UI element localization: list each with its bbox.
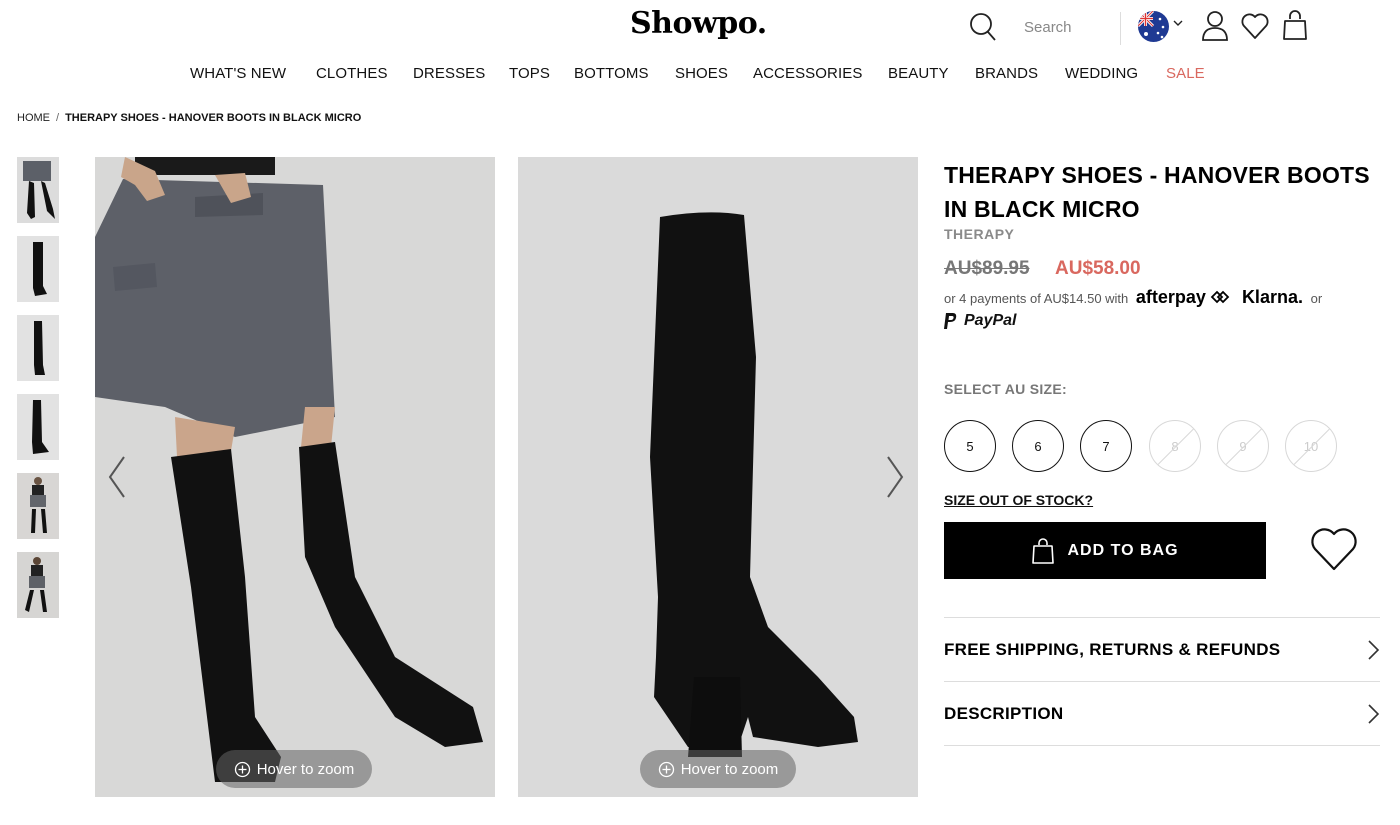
showpo-logo[interactable]: Showpo.	[630, 6, 767, 41]
chevron-down-icon[interactable]	[1172, 18, 1184, 28]
size-option-6[interactable]: 6	[1012, 420, 1064, 472]
size-option-7[interactable]: 7	[1080, 420, 1132, 472]
nav-dresses[interactable]: DRESSES	[413, 65, 485, 82]
main-nav: WHAT'S NEW CLOTHES DRESSES TOPS BOTTOMS …	[0, 65, 1400, 85]
search-input[interactable]: Search	[1024, 19, 1072, 36]
breadcrumb-current: THERAPY SHOES - HANOVER BOOTS IN BLACK M…	[65, 112, 362, 124]
add-to-bag-button[interactable]: ADD TO BAG	[944, 522, 1266, 579]
thumbnail-6[interactable]	[17, 552, 59, 618]
australia-flag-icon[interactable]	[1138, 11, 1169, 42]
chevron-right-icon[interactable]	[884, 455, 906, 499]
size-option-9[interactable]: 9	[1217, 420, 1269, 472]
or-text: or	[1310, 291, 1323, 306]
thumbnail-5[interactable]	[17, 473, 59, 539]
size-option-8[interactable]: 8	[1149, 420, 1201, 472]
zoom-label: Hover to zoom	[256, 760, 355, 778]
paypal-label: PayPal	[964, 312, 1017, 329]
nav-clothes[interactable]: CLOTHES	[316, 65, 388, 82]
size-option-5[interactable]: 5	[944, 420, 996, 472]
nav-tops[interactable]: TOPS	[509, 65, 550, 82]
accordion-divider	[944, 745, 1380, 746]
add-to-wishlist-heart-icon[interactable]	[1309, 525, 1359, 573]
thumbnail-2[interactable]	[17, 236, 59, 302]
search-icon	[970, 13, 996, 41]
chevron-left-icon[interactable]	[106, 455, 128, 499]
product-image-boot[interactable]	[518, 157, 918, 797]
sale-price: AU$58.00	[1055, 258, 1141, 279]
accordion-description[interactable]: DESCRIPTION	[944, 681, 1380, 745]
paypal-logo[interactable]: PayPal	[944, 312, 1016, 330]
accordion-shipping-label: FREE SHIPPING, RETURNS & REFUNDS	[944, 639, 1281, 659]
zoom-button-2[interactable]: Hover to zoom	[640, 750, 796, 788]
nav-bottoms[interactable]: BOTTOMS	[574, 65, 649, 82]
payments-text: or 4 payments of AU$14.50 with	[944, 291, 1129, 306]
zoom-plus-icon	[234, 761, 250, 777]
zoom-label: Hover to zoom	[680, 760, 779, 778]
paypal-icon	[944, 313, 957, 329]
nav-beauty[interactable]: BEAUTY	[888, 65, 949, 82]
size-label: SELECT AU SIZE:	[944, 381, 1067, 397]
nav-brands[interactable]: BRANDS	[975, 65, 1038, 82]
chevron-right-icon	[1368, 639, 1380, 660]
thumbnail-3[interactable]	[17, 315, 59, 381]
size-option-10[interactable]: 10	[1285, 420, 1337, 472]
original-price: AU$89.95	[944, 258, 1030, 279]
nav-sale[interactable]: SALE	[1166, 65, 1205, 82]
size-out-of-stock-link[interactable]: SIZE OUT OF STOCK?	[944, 492, 1093, 508]
bag-icon	[1032, 537, 1055, 564]
nav-wedding[interactable]: WEDDING	[1065, 65, 1138, 82]
breadcrumb: HOME / THERAPY SHOES - HANOVER BOOTS IN BL…	[17, 112, 361, 124]
accordion-description-label: DESCRIPTION	[944, 703, 1064, 723]
product-brand[interactable]: THERAPY	[944, 226, 1014, 242]
payment-options: or 4 payments of AU$14.50 with afterpay K…	[944, 287, 1322, 308]
breadcrumb-separator: /	[56, 112, 60, 124]
nav-shoes[interactable]: SHOES	[675, 65, 728, 82]
wishlist-icon[interactable]	[1240, 11, 1270, 41]
zoom-button-1[interactable]: Hover to zoom	[216, 750, 372, 788]
search-bar[interactable]: Search	[968, 10, 1072, 44]
nav-whats-new[interactable]: WHAT'S NEW	[190, 65, 286, 82]
thumbnail-4[interactable]	[17, 394, 59, 460]
header-divider	[1120, 12, 1121, 45]
afterpay-arrows-icon	[1210, 290, 1230, 304]
accordion-shipping[interactable]: FREE SHIPPING, RETURNS & REFUNDS	[944, 617, 1380, 681]
bag-icon[interactable]	[1281, 9, 1309, 41]
thumbnail-1[interactable]	[17, 157, 59, 223]
chevron-right-icon	[1368, 703, 1380, 724]
account-icon[interactable]	[1201, 10, 1229, 42]
nav-accessories[interactable]: ACCESSORIES	[753, 65, 862, 82]
zoom-plus-icon	[658, 761, 674, 777]
product-title: THERAPY SHOES - HANOVER BOOTS IN BLACK M…	[944, 162, 1370, 222]
breadcrumb-home[interactable]: HOME	[17, 112, 50, 124]
klarna-logo[interactable]: Klarna.	[1242, 287, 1303, 307]
product-image-model[interactable]	[95, 157, 495, 797]
add-to-bag-label: ADD TO BAG	[1067, 541, 1179, 559]
afterpay-logo[interactable]: afterpay	[1136, 287, 1206, 307]
